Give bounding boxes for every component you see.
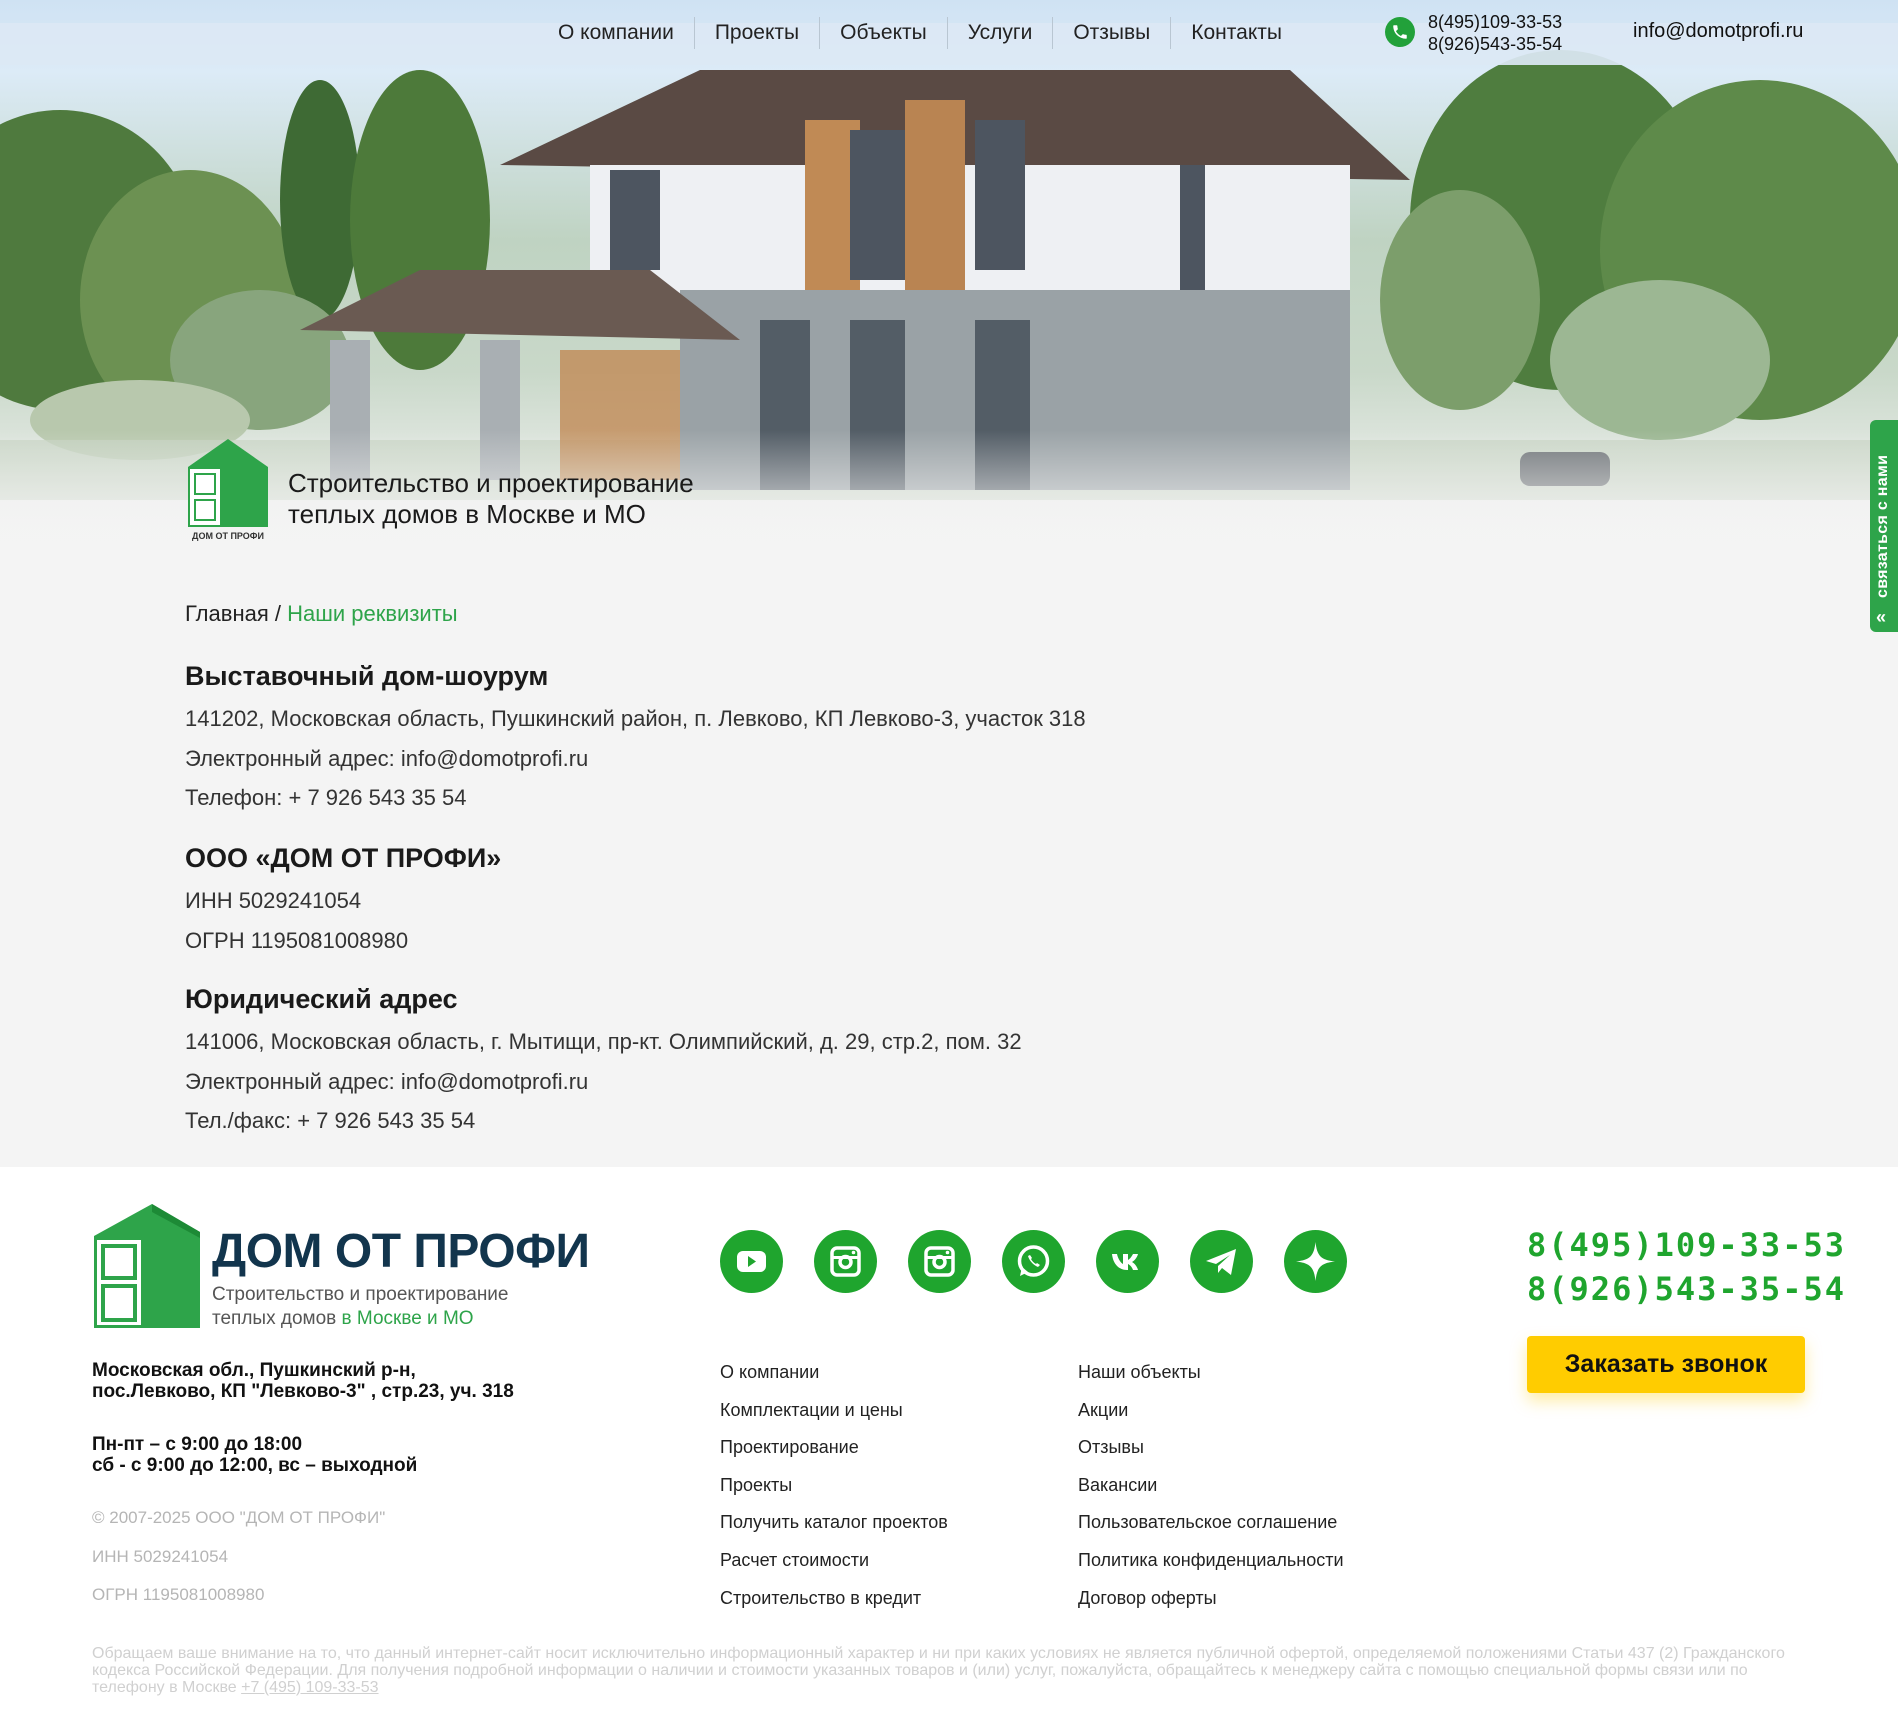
nav-item-objects[interactable]: Объекты	[820, 17, 948, 49]
nav-item-company[interactable]: О компании	[538, 17, 695, 49]
footer-ogrn: ОГРН 1195081008980	[92, 1585, 265, 1604]
nav-item-services[interactable]: Услуги	[948, 17, 1054, 49]
hero-logo-caption: ДОМ ОТ ПРОФИ	[192, 531, 264, 541]
footer-menu-2: Наши объекты Акции Отзывы Вакансии Польз…	[1078, 1361, 1344, 1624]
hero-house-illustration	[0, 50, 1898, 600]
legal-email: Электронный адрес: info@domotprofi.ru	[185, 1069, 589, 1094]
nav-item-projects[interactable]: Проекты	[695, 17, 821, 49]
footer-link-projects[interactable]: Проекты	[720, 1474, 948, 1512]
chevron-left-icon: «	[1876, 607, 1887, 627]
social-links	[720, 1230, 1347, 1293]
contact-us-side-tab[interactable]: связаться с нами «	[1870, 420, 1898, 632]
footer-link-user-agreement[interactable]: Пользовательское соглашение	[1078, 1511, 1344, 1549]
phone-icon	[1385, 17, 1415, 47]
footer-hours: Пн-пт – с 9:00 до 18:00 сб - с 9:00 до 1…	[92, 1434, 417, 1476]
showroom-title: Выставочный дом-шоурум	[185, 661, 549, 691]
footer-address-line-2: пос.Левково, КП "Левково-3" , стр.23, уч…	[92, 1381, 514, 1402]
legal-phone: Тел./факс: + 7 926 543 35 54	[185, 1108, 476, 1133]
side-tab-label: связаться с нами	[1874, 454, 1891, 598]
footer-phone-1[interactable]: 8(495)109-33-53	[1527, 1223, 1846, 1267]
legal-address: 141006, Московская область, г. Мытищи, п…	[185, 1029, 1022, 1054]
nav-item-reviews[interactable]: Отзывы	[1053, 17, 1172, 49]
footer-tagline-line-2b: в Москве и МО	[341, 1308, 474, 1329]
instagram-icon[interactable]	[908, 1230, 971, 1293]
footer-tagline: Строительство и проектирование теплых до…	[212, 1283, 509, 1331]
footer-link-credit[interactable]: Строительство в кредит	[720, 1587, 948, 1625]
instagram-icon[interactable]	[814, 1230, 877, 1293]
telegram-icon[interactable]	[1190, 1230, 1253, 1293]
hero-banner: О компании Проекты Объекты Услуги Отзывы…	[0, 0, 1898, 600]
footer-address: Московская обл., Пушкинский р-н, пос.Лев…	[92, 1360, 514, 1402]
footer-link-cost-calc[interactable]: Расчет стоимости	[720, 1549, 948, 1587]
legal-address-title: Юридический адрес	[185, 984, 458, 1014]
header-phone-1[interactable]: 8(495)109-33-53	[1428, 11, 1562, 33]
showroom-phone: Телефон: + 7 926 543 35 54	[185, 785, 467, 810]
footer-link-packages[interactable]: Комплектации и цены	[720, 1399, 948, 1437]
footer-menu-1: О компании Комплектации и цены Проектиро…	[720, 1361, 948, 1624]
footer-tagline-line-2a: теплых домов	[212, 1308, 342, 1329]
hero-tagline-line-1: Строительство и проектирование	[288, 468, 694, 498]
callback-button[interactable]: Заказать звонок	[1527, 1336, 1805, 1393]
nav-item-contacts[interactable]: Контакты	[1171, 17, 1302, 49]
footer-tagline-line-1: Строительство и проектирование	[212, 1284, 509, 1305]
whatsapp-icon[interactable]	[1002, 1230, 1065, 1293]
vk-icon[interactable]	[1096, 1230, 1159, 1293]
footer-hours-line-1: Пн-пт – с 9:00 до 18:00	[92, 1434, 303, 1455]
company-ogrn: ОГРН 1195081008980	[185, 928, 409, 953]
showroom-email: Электронный адрес: info@domotprofi.ru	[185, 746, 589, 771]
header-phone-2[interactable]: 8(926)543-35-54	[1428, 33, 1562, 55]
footer-logo-icon[interactable]	[92, 1204, 202, 1328]
breadcrumb: Главная / Наши реквизиты	[185, 601, 458, 627]
footer-link-vacancies[interactable]: Вакансии	[1078, 1474, 1344, 1512]
footer-disclaimer: Обращаем ваше внимание на то, что данный…	[92, 1645, 1812, 1696]
disclaimer-phone-link[interactable]: +7 (495) 109-33-53	[241, 1679, 378, 1696]
breadcrumb-separator: /	[268, 601, 288, 626]
company-title: ООО «ДОМ ОТ ПРОФИ»	[185, 843, 502, 873]
footer-link-objects[interactable]: Наши объекты	[1078, 1361, 1344, 1399]
footer-inn: ИНН 5029241054	[92, 1547, 229, 1566]
zen-icon[interactable]	[1284, 1230, 1347, 1293]
footer-link-offer[interactable]: Договор оферты	[1078, 1587, 1344, 1625]
breadcrumb-current: Наши реквизиты	[287, 601, 458, 626]
main-nav: О компании Проекты Объекты Услуги Отзывы…	[538, 17, 1302, 49]
footer-link-promos[interactable]: Акции	[1078, 1399, 1344, 1437]
footer-link-catalog[interactable]: Получить каталог проектов	[720, 1511, 948, 1549]
company-inn: ИНН 5029241054	[185, 888, 362, 913]
hero-tagline-line-2: теплых домов в Москве и МО	[288, 499, 646, 529]
youtube-icon[interactable]	[720, 1230, 783, 1293]
footer-hours-line-2: сб - с 9:00 до 12:00, вс – выходной	[92, 1455, 418, 1476]
footer-link-design[interactable]: Проектирование	[720, 1436, 948, 1474]
footer-brand: ДОМ ОТ ПРОФИ	[212, 1225, 590, 1278]
footer-phone-2[interactable]: 8(926)543-35-54	[1527, 1267, 1846, 1311]
footer-copyright: © 2007-2025 ООО "ДОМ ОТ ПРОФИ"	[92, 1508, 386, 1527]
header-phones: 8(495)109-33-53 8(926)543-35-54	[1428, 11, 1562, 55]
footer-phones: 8(495)109-33-53 8(926)543-35-54	[1527, 1223, 1846, 1311]
breadcrumb-home[interactable]: Главная	[185, 601, 269, 626]
footer-link-privacy[interactable]: Политика конфиденциальности	[1078, 1549, 1344, 1587]
hero-tagline: Строительство и проектирование теплых до…	[288, 468, 694, 530]
footer-address-line-1: Московская обл., Пушкинский р-н,	[92, 1360, 416, 1381]
header-email[interactable]: info@domotprofi.ru	[1633, 20, 1803, 43]
footer-link-reviews[interactable]: Отзывы	[1078, 1436, 1344, 1474]
footer-link-company[interactable]: О компании	[720, 1361, 948, 1399]
hero-logo-icon[interactable]: ДОМ ОТ ПРОФИ	[186, 437, 270, 543]
showroom-address: 141202, Московская область, Пушкинский р…	[185, 706, 1086, 731]
